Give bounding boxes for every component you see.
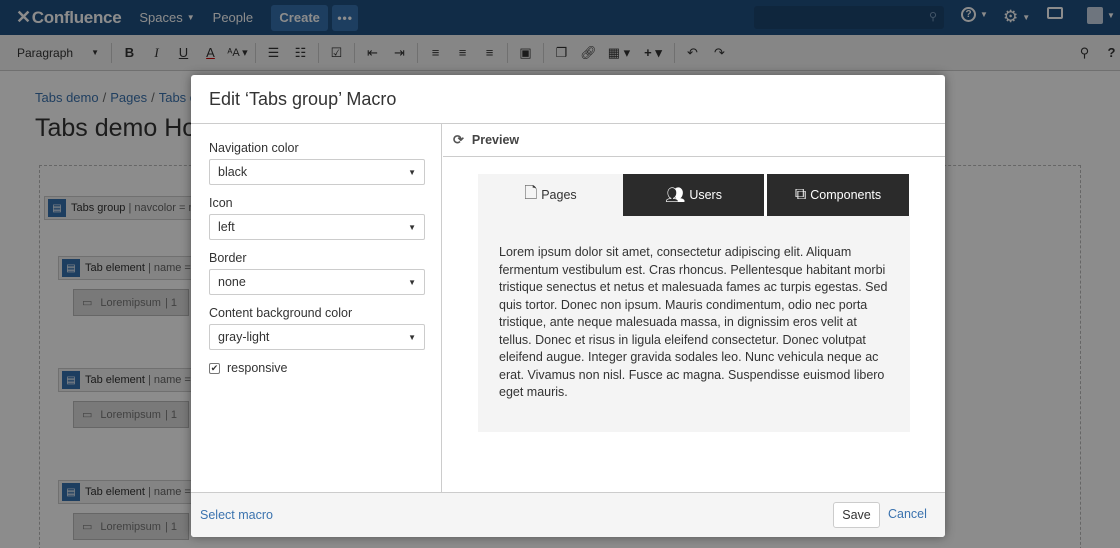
icon-select[interactable]: left ▼	[209, 214, 425, 240]
field-label: Border	[209, 251, 247, 265]
save-button[interactable]: Save	[833, 502, 880, 528]
dialog-footer: Select macro Save Cancel	[191, 492, 945, 537]
chevron-down-icon: ▼	[408, 222, 416, 232]
tab-label: Components	[810, 188, 882, 202]
tab-users[interactable]: 👥︎ Users	[623, 174, 764, 216]
preview-label: Preview	[471, 133, 520, 147]
select-value: gray-light	[218, 330, 270, 344]
components-icon: ⧉	[794, 186, 807, 203]
preview-panel: ⟳ Preview 🗋︎ Pages 👥︎ Users ⧉ Components…	[443, 124, 945, 492]
tab-pages[interactable]: 🗋︎ Pages	[478, 174, 623, 216]
preview-header[interactable]: ⟳ Preview	[443, 124, 945, 157]
pages-icon: 🗋︎	[524, 184, 538, 202]
tab-components[interactable]: ⧉ Components	[767, 174, 909, 216]
border-select[interactable]: none ▼	[209, 269, 425, 295]
tab-label: Pages	[541, 188, 577, 202]
select-value: black	[218, 165, 248, 179]
dialog-title: Edit ‘Tabs group’ Macro	[191, 75, 945, 124]
responsive-option: ✔ responsive	[209, 361, 423, 375]
navigation-color-select[interactable]: black ▼	[209, 159, 425, 185]
responsive-label: responsive	[227, 361, 288, 375]
field-label: Content background color	[209, 306, 353, 320]
tab-label: Users	[689, 188, 722, 202]
edit-macro-dialog: Edit ‘Tabs group’ Macro Navigation color…	[191, 75, 945, 537]
select-macro-link[interactable]: Select macro	[200, 508, 273, 522]
responsive-checkbox[interactable]: ✔	[209, 362, 220, 374]
select-value: left	[218, 220, 235, 234]
chevron-down-icon: ▼	[408, 277, 416, 287]
field-label: Icon	[209, 196, 233, 210]
tab-bar: 🗋︎ Pages 👥︎ Users ⧉ Components	[478, 174, 910, 216]
macro-parameters-panel: Navigation color black ▼ Icon left ▼ Bor…	[191, 124, 442, 492]
select-value: none	[218, 275, 246, 289]
cancel-button[interactable]: Cancel	[888, 507, 927, 521]
chevron-down-icon: ▼	[408, 332, 416, 342]
refresh-icon: ⟳	[453, 132, 464, 147]
tabs-preview: 🗋︎ Pages 👥︎ Users ⧉ Components Lorem ips…	[478, 174, 910, 432]
tab-content: Lorem ipsum dolor sit amet, consectetur …	[478, 216, 910, 432]
content-background-color-select[interactable]: gray-light ▼	[209, 324, 425, 350]
users-icon: 👥︎	[665, 187, 686, 204]
field-label: Navigation color	[209, 141, 299, 155]
chevron-down-icon: ▼	[408, 167, 416, 177]
